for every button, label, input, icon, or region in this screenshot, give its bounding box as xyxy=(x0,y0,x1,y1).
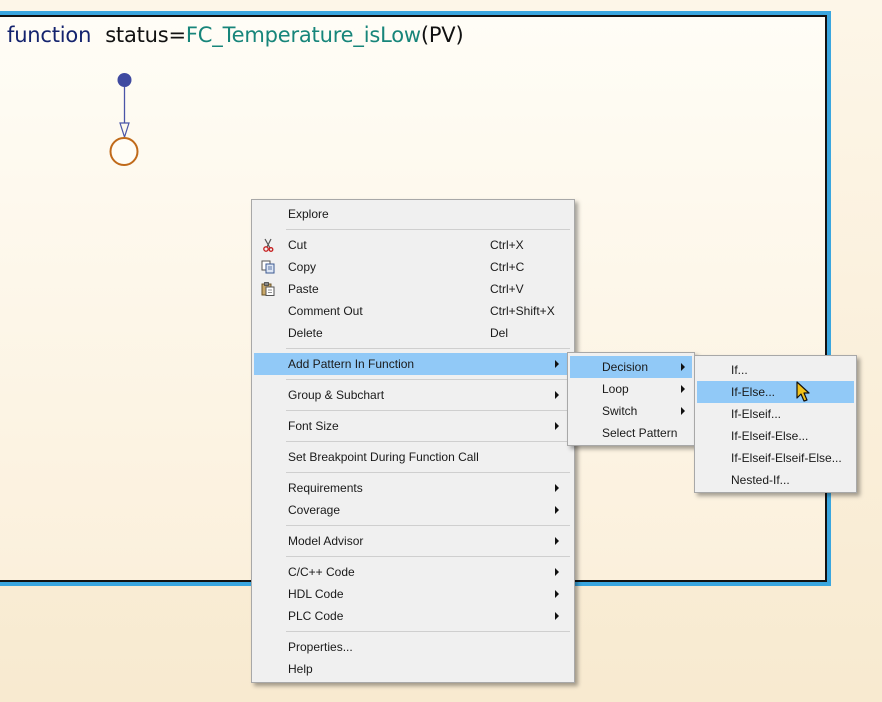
menu-item-requirements[interactable]: Requirements xyxy=(254,477,572,499)
menu-item-font-size[interactable]: Font Size xyxy=(254,415,572,437)
menu-item-paste[interactable]: Paste Ctrl+V xyxy=(254,278,572,300)
menu-separator xyxy=(286,410,570,411)
menu-separator xyxy=(286,441,570,442)
submenu-arrow-icon xyxy=(555,506,559,514)
menu-item-group-subchart[interactable]: Group & Subchart xyxy=(254,384,572,406)
function-name: FC_Temperature_isLow xyxy=(185,23,421,47)
submenu-arrow-icon xyxy=(555,568,559,576)
menu-item-set-breakpoint[interactable]: Set Breakpoint During Function Call xyxy=(254,446,572,468)
submenu-item-select-pattern[interactable]: Select Pattern xyxy=(570,422,692,444)
pattern-submenu: Decision Loop Switch Select Pattern xyxy=(567,352,695,446)
submenu-arrow-icon xyxy=(555,590,559,598)
submenu-arrow-icon xyxy=(681,385,685,393)
function-signature[interactable]: function status=FC_Temperature_isLow(PV) xyxy=(7,22,464,48)
function-output: status xyxy=(105,23,169,47)
scissors-icon xyxy=(261,238,275,252)
menu-separator xyxy=(286,229,570,230)
decision-item-nested-if[interactable]: Nested-If... xyxy=(697,469,854,491)
menu-separator xyxy=(286,348,570,349)
menu-item-cut[interactable]: Cut Ctrl+X xyxy=(254,234,572,256)
menu-item-delete[interactable]: Delete Del xyxy=(254,322,572,344)
submenu-arrow-icon xyxy=(555,391,559,399)
decision-item-if[interactable]: If... xyxy=(697,359,854,381)
menu-item-add-pattern[interactable]: Add Pattern In Function xyxy=(254,353,572,375)
menu-item-hdl-code[interactable]: HDL Code xyxy=(254,583,572,605)
paste-icon xyxy=(261,282,275,296)
menu-item-help[interactable]: Help xyxy=(254,658,572,680)
decision-item-if-elseif-else[interactable]: If-Elseif-Else... xyxy=(697,425,854,447)
submenu-item-switch[interactable]: Switch xyxy=(570,400,692,422)
menu-separator xyxy=(286,472,570,473)
menu-item-model-advisor[interactable]: Model Advisor xyxy=(254,530,572,552)
connective-junction[interactable] xyxy=(109,137,139,166)
default-transition-dot[interactable] xyxy=(117,73,132,87)
submenu-arrow-icon xyxy=(555,484,559,492)
submenu-arrow-icon xyxy=(681,407,685,415)
menu-item-properties[interactable]: Properties... xyxy=(254,636,572,658)
menu-separator xyxy=(286,556,570,557)
menu-separator xyxy=(286,379,570,380)
menu-separator xyxy=(286,525,570,526)
decision-submenu: If... If-Else... If-Elseif... If-Elseif-… xyxy=(694,355,857,493)
default-transition-diagram xyxy=(109,73,139,166)
menu-item-plc-code[interactable]: PLC Code xyxy=(254,605,572,627)
submenu-arrow-icon xyxy=(555,537,559,545)
menu-item-copy[interactable]: Copy Ctrl+C xyxy=(254,256,572,278)
function-args: (PV) xyxy=(420,23,464,47)
decision-item-if-else[interactable]: If-Else... xyxy=(697,381,854,403)
context-menu: Explore Cut Ctrl+X Copy Ctrl+C Paste Ctr… xyxy=(251,199,575,683)
submenu-arrow-icon xyxy=(681,363,685,371)
mouse-pointer-icon xyxy=(796,381,810,402)
menu-item-coverage[interactable]: Coverage xyxy=(254,499,572,521)
function-equals: = xyxy=(168,23,187,47)
copy-icon xyxy=(261,260,275,274)
transition-arrowhead xyxy=(119,122,130,139)
decision-item-if-elseif[interactable]: If-Elseif... xyxy=(697,403,854,425)
submenu-item-loop[interactable]: Loop xyxy=(570,378,692,400)
decision-item-if-elseif-elseif-else[interactable]: If-Elseif-Elseif-Else... xyxy=(697,447,854,469)
submenu-item-decision[interactable]: Decision xyxy=(570,356,692,378)
menu-separator xyxy=(286,631,570,632)
function-keyword: function xyxy=(7,23,92,47)
menu-item-cpp-code[interactable]: C/C++ Code xyxy=(254,561,572,583)
submenu-arrow-icon xyxy=(555,422,559,430)
submenu-arrow-icon xyxy=(555,360,559,368)
menu-item-explore[interactable]: Explore xyxy=(254,203,572,225)
submenu-arrow-icon xyxy=(555,612,559,620)
menu-item-comment-out[interactable]: Comment Out Ctrl+Shift+X xyxy=(254,300,572,322)
